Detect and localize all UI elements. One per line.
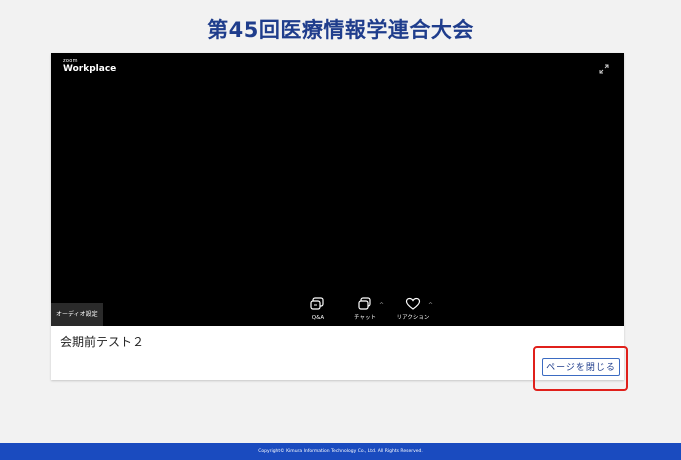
chat-label: チャット — [354, 315, 376, 321]
audio-settings-button[interactable]: オーディオ設定 — [51, 303, 103, 326]
zoom-logo-main: Workplace — [63, 64, 117, 74]
meeting-title: 会期前テスト２ — [60, 335, 145, 349]
reaction-label: リアクション — [396, 315, 430, 321]
reaction-caret-icon[interactable]: ^ — [428, 302, 433, 309]
fullscreen-icon[interactable] — [598, 63, 610, 75]
chat-button[interactable]: チャット ^ — [340, 296, 390, 323]
qa-button[interactable]: Q&A — [293, 296, 343, 323]
qa-label: Q&A — [311, 315, 325, 321]
qa-icon — [293, 296, 343, 312]
zoom-logo: zoom Workplace — [63, 58, 116, 74]
footer-copyright: Copyright© Kimura Information Technology… — [0, 443, 681, 460]
close-page-button[interactable]: ページを閉じる — [542, 358, 620, 376]
reaction-button[interactable]: リアクション ^ — [388, 296, 438, 323]
zoom-player[interactable]: zoom Workplace オーディオ設定 Q&A チャット ^ リアクション… — [51, 53, 624, 326]
chat-caret-icon[interactable]: ^ — [379, 302, 384, 309]
webinar-card: zoom Workplace オーディオ設定 Q&A チャット ^ リアクション… — [51, 53, 628, 391]
page-title: 第45回医療情報学連合大会 — [207, 18, 474, 42]
